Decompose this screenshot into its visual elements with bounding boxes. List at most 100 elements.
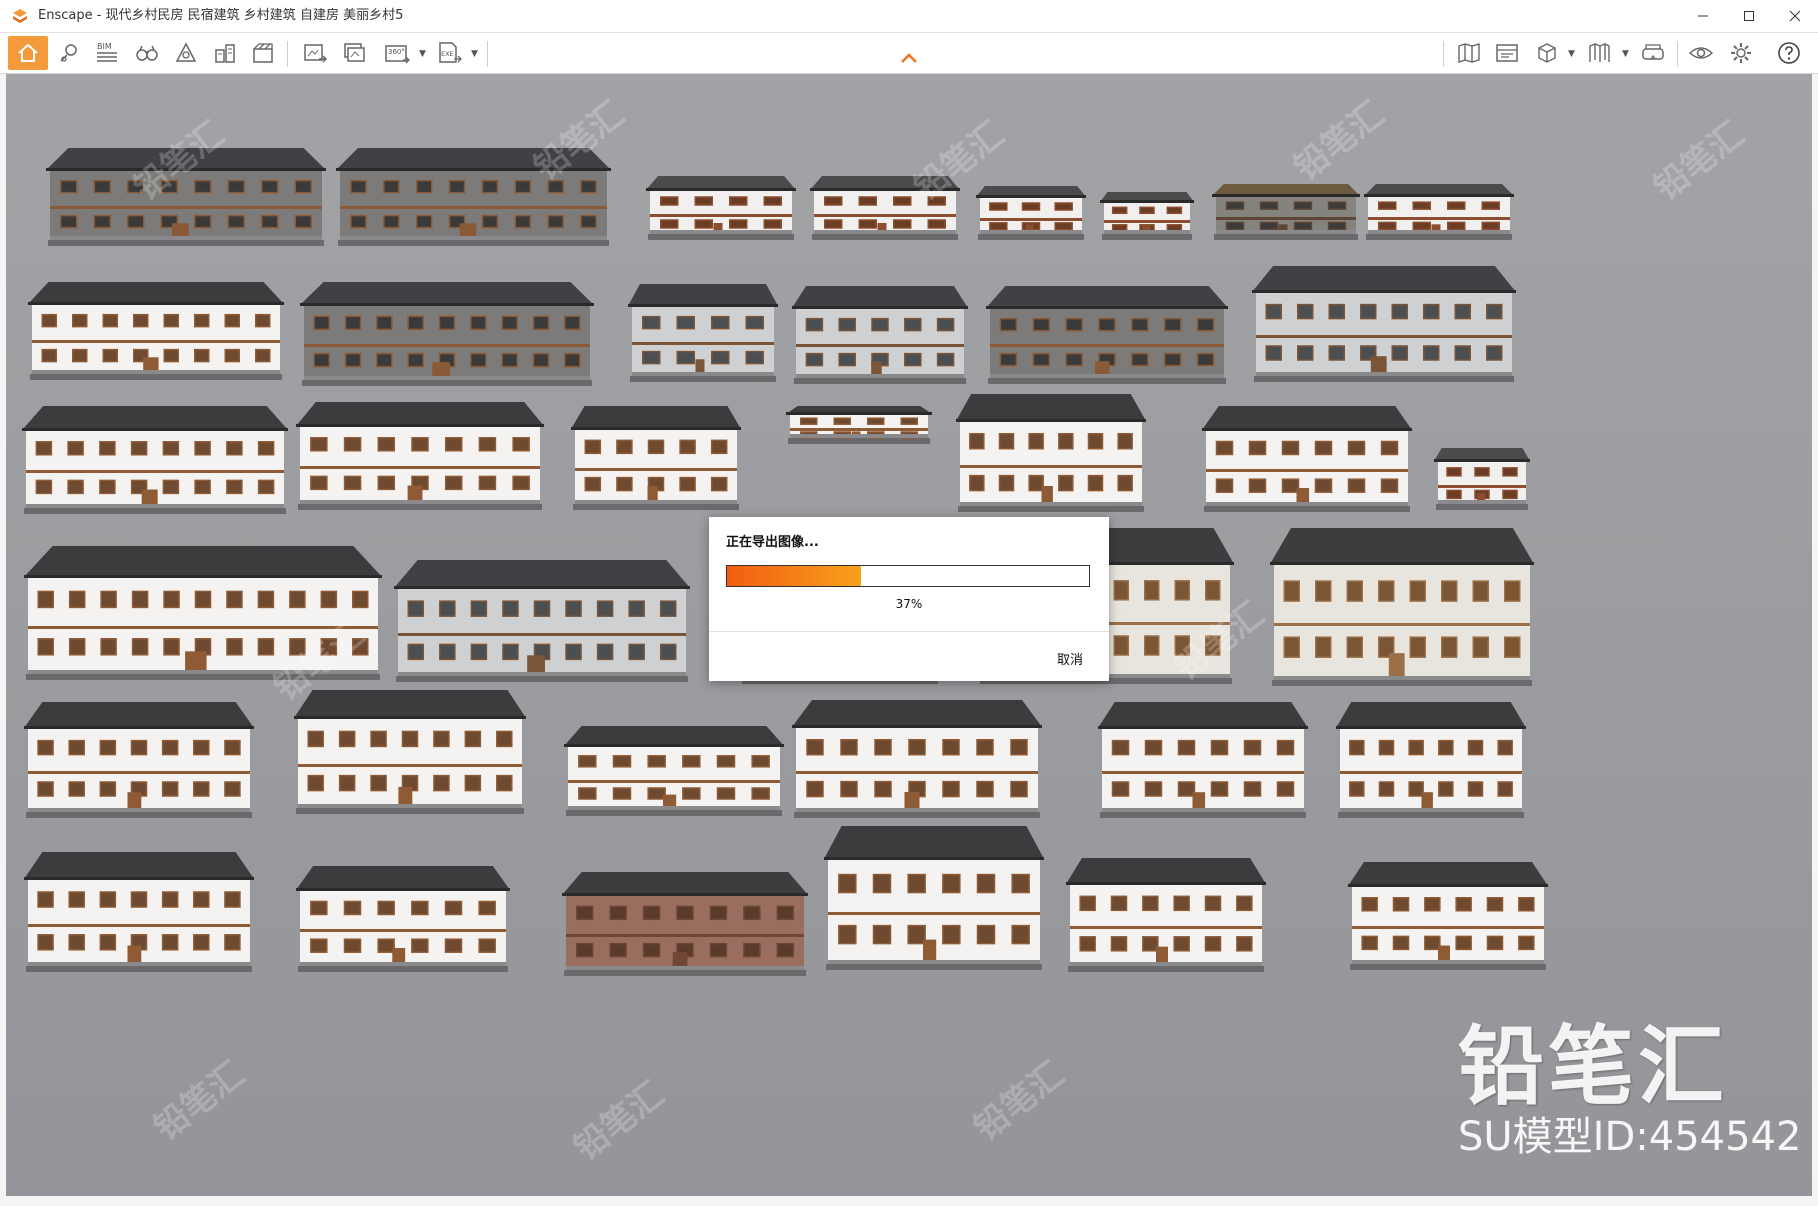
watermark-text: 铅笔汇 [966, 1054, 1072, 1149]
vr-headset-button[interactable] [1636, 36, 1670, 70]
bim-button[interactable]: BIM [90, 36, 124, 70]
batch-render-icon [344, 43, 365, 62]
home-icon [18, 43, 38, 62]
watermark-text: 铅笔汇 [566, 1074, 672, 1169]
building-model-thumbnail [792, 700, 1042, 818]
minimize-icon [1698, 15, 1708, 17]
visibility-icon [1688, 47, 1714, 59]
watermark-text: 铅笔汇 [146, 1054, 252, 1149]
building-model-thumbnail [28, 282, 284, 380]
chevron-down-icon[interactable]: ▼ [419, 49, 426, 59]
binoculars-button[interactable] [130, 36, 164, 70]
building-model-thumbnail [24, 546, 382, 680]
asset-library-icon [215, 44, 235, 63]
section-cube-button[interactable] [1530, 36, 1564, 70]
building-model-thumbnail [24, 852, 254, 972]
map-pin-button[interactable] [52, 36, 86, 70]
exe-export-button[interactable]: EXE [432, 36, 466, 70]
panorama-360-button[interactable]: 360° [380, 36, 414, 70]
building-model-thumbnail [24, 702, 254, 818]
progress-percent: 37% [895, 597, 923, 611]
material-editor-icon [253, 43, 273, 63]
map-pin-icon [60, 44, 77, 62]
building-model-thumbnail [294, 690, 526, 814]
close-button[interactable] [1772, 0, 1818, 32]
model-id-watermark: SU模型ID:454542 [1458, 1114, 1802, 1160]
window-frame-right [1812, 74, 1818, 1206]
help-button[interactable] [1772, 36, 1806, 70]
building-model-thumbnail [336, 148, 611, 246]
minimize-button[interactable] [1680, 0, 1726, 32]
export-progress-dialog: 正在导出图像... 37% 取消 [709, 517, 1109, 681]
help-icon [1778, 42, 1800, 64]
building-model-thumbnail [986, 286, 1228, 384]
building-model-thumbnail [824, 826, 1044, 970]
dialog-divider [709, 631, 1109, 632]
panorama-360-icon: 360° [385, 45, 410, 64]
toolbar-separator [1677, 41, 1678, 67]
building-model-thumbnail [628, 284, 778, 382]
bim-icon: BIM [97, 42, 117, 62]
building-model-thumbnail [1100, 192, 1194, 240]
dialog-title: 正在导出图像... [726, 535, 819, 550]
screenshot-icon [304, 44, 328, 63]
chevron-up-icon[interactable] [898, 48, 920, 70]
building-model-thumbnail [571, 406, 741, 510]
video-editor-icon [1496, 44, 1518, 62]
site-context-icon [175, 42, 197, 62]
enscape-logo-icon [13, 9, 27, 23]
title-bar: Enscape - 现代乡村民房 民宿建筑 乡村建筑 自建房 美丽乡村5 [0, 0, 1818, 33]
asset-library-button[interactable] [208, 36, 242, 70]
building-model-thumbnail [1098, 702, 1308, 818]
material-editor-button[interactable] [246, 36, 280, 70]
section-cube-icon [1538, 43, 1556, 63]
chevron-down-icon[interactable]: ▼ [471, 49, 478, 59]
chevron-down-icon[interactable]: ▼ [1622, 49, 1629, 59]
building-model-thumbnail [1434, 448, 1530, 510]
building-model-thumbnail [1212, 184, 1360, 240]
toolbar-separator [487, 41, 488, 67]
watermark-text: 铅笔汇 [1286, 94, 1392, 189]
brand-watermark: 铅笔汇 [1458, 1017, 1728, 1117]
vr-headset-icon [1642, 44, 1664, 60]
exe-export-icon: EXE [439, 42, 462, 63]
visibility-button[interactable] [1684, 36, 1718, 70]
maximize-icon [1744, 11, 1754, 21]
settings-button[interactable] [1724, 36, 1758, 70]
building-model-thumbnail [22, 406, 288, 514]
batch-render-button[interactable] [338, 36, 372, 70]
building-model-thumbnail [1364, 184, 1514, 240]
site-context-button[interactable] [169, 36, 203, 70]
views-icon [1589, 42, 1610, 62]
building-model-thumbnail [1270, 528, 1534, 686]
maximize-button[interactable] [1726, 0, 1772, 32]
building-model-thumbnail [562, 872, 808, 976]
building-model-thumbnail [1252, 266, 1516, 382]
atlas-icon [1458, 43, 1480, 63]
window-frame-bottom [0, 1196, 1818, 1206]
watermark-text: 铅笔汇 [1646, 114, 1752, 209]
building-model-thumbnail [1202, 406, 1412, 512]
views-button[interactable] [1582, 36, 1616, 70]
building-model-thumbnail [810, 176, 960, 240]
building-model-thumbnail [46, 148, 326, 246]
window-title: Enscape - 现代乡村民房 民宿建筑 乡村建筑 自建房 美丽乡村5 [38, 8, 404, 23]
atlas-button[interactable] [1452, 36, 1486, 70]
home-button[interactable] [8, 36, 48, 70]
binoculars-icon [136, 45, 158, 61]
toolbar-separator [1443, 41, 1444, 67]
building-model-thumbnail [956, 394, 1146, 512]
chevron-down-icon[interactable]: ▼ [1568, 49, 1575, 59]
screenshot-button[interactable] [298, 36, 332, 70]
building-model-thumbnail [792, 286, 968, 384]
building-model-thumbnail [1066, 858, 1266, 972]
progress-bar [726, 565, 1090, 587]
building-model-thumbnail [564, 726, 784, 816]
cancel-button[interactable]: 取消 [1057, 649, 1083, 668]
building-model-thumbnail [296, 866, 510, 972]
building-model-thumbnail [300, 282, 594, 386]
exe-label: EXE [441, 50, 454, 58]
building-model-thumbnail [394, 560, 690, 682]
video-editor-button[interactable] [1490, 36, 1524, 70]
building-model-thumbnail [646, 176, 796, 240]
